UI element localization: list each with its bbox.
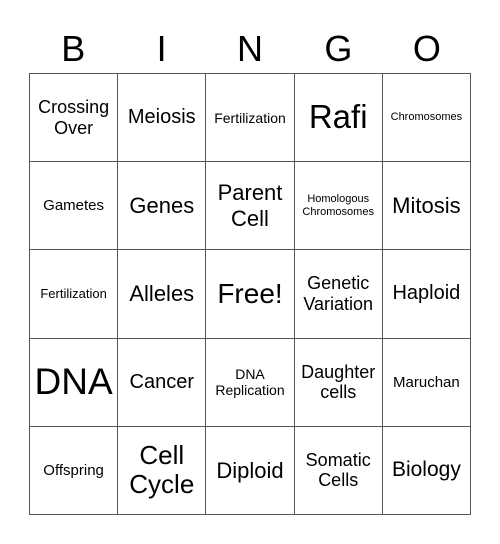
cell-label: Meiosis [127, 106, 196, 129]
cell-label: Mitosis [392, 193, 461, 219]
bingo-cell[interactable]: DNA [30, 338, 119, 427]
cell-label: Cell Cycle [129, 439, 195, 500]
bingo-cell[interactable]: Fertilization [206, 74, 295, 163]
cell-label: Free! [217, 277, 283, 309]
cell-label: Daughter cells [301, 361, 376, 403]
bingo-cell[interactable]: Daughter cells [294, 338, 383, 427]
cell-label: Fertilization [40, 285, 107, 301]
cell-label: Biology [391, 458, 461, 482]
bingo-cell[interactable]: Maruchan [382, 338, 471, 427]
header-letter-n: N [237, 28, 264, 69]
cell-label: Genes [129, 193, 195, 219]
bingo-cell[interactable]: Cell Cycle [118, 426, 207, 515]
header-letter-i: I [156, 28, 167, 69]
bingo-cell[interactable]: Biology [382, 426, 471, 515]
cell-label: Homologous Chromosomes [302, 192, 374, 218]
cell-label: DNA [34, 360, 113, 402]
header-letter-g: G [324, 28, 353, 69]
cell-label: Haploid [392, 282, 461, 305]
bingo-cell[interactable]: Diploid [206, 426, 295, 515]
bingo-header: B I N G O [29, 24, 471, 74]
cell-label: Fertilization [214, 109, 286, 126]
bingo-cell[interactable]: Somatic Cells [294, 426, 383, 515]
bingo-cell[interactable]: Meiosis [118, 74, 207, 163]
cell-label: Maruchan [393, 373, 460, 391]
cell-label: Parent Cell [217, 180, 283, 231]
header-letter-o: O [412, 28, 441, 69]
cell-label: Crossing Over [38, 96, 110, 138]
cell-label: Cancer [129, 370, 195, 393]
bingo-cell[interactable]: Rafi [294, 74, 383, 163]
bingo-cell[interactable]: Cancer [118, 338, 207, 427]
bingo-cell[interactable]: Gametes [30, 162, 119, 251]
cell-label: DNA Replication [215, 366, 285, 399]
bingo-cell[interactable]: Homologous Chromosomes [294, 162, 383, 251]
cell-label: Offspring [43, 461, 104, 479]
cell-label: Diploid [216, 457, 284, 483]
cell-label: Gametes [43, 197, 105, 215]
bingo-cell[interactable]: Haploid [382, 250, 471, 339]
free-space-cell[interactable]: Free! [206, 250, 295, 339]
bingo-cell[interactable]: Chromosomes [382, 74, 471, 163]
cell-label: Somatic Cells [305, 449, 371, 491]
bingo-cell[interactable]: Parent Cell [206, 162, 295, 251]
cell-label: Genetic Variation [303, 273, 374, 314]
bingo-board: Crossing Over Meiosis Fertilization Rafi… [29, 73, 471, 515]
bingo-cell[interactable]: Crossing Over [30, 74, 119, 163]
bingo-cell[interactable]: DNA Replication [206, 338, 295, 427]
cell-label: Rafi [308, 98, 368, 136]
bingo-cell[interactable]: Mitosis [382, 162, 471, 251]
bingo-cell[interactable]: Fertilization [30, 250, 119, 339]
cell-label: Alleles [129, 281, 195, 307]
header-letter-b: B [61, 28, 86, 69]
bingo-cell[interactable]: Offspring [30, 426, 119, 515]
bingo-cell[interactable]: Alleles [118, 250, 207, 339]
bingo-cell[interactable]: Genes [118, 162, 207, 251]
cell-label: Chromosomes [390, 111, 463, 123]
bingo-cell[interactable]: Genetic Variation [294, 250, 383, 339]
